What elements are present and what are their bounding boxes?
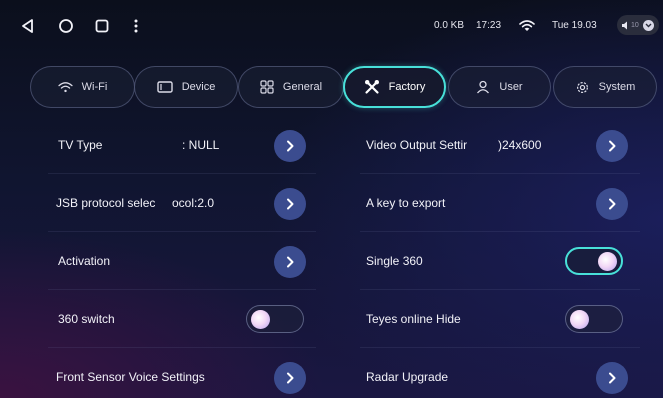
toggle-knob	[598, 252, 617, 271]
toggle-knob	[251, 310, 270, 329]
chevron-right-button[interactable]	[596, 130, 628, 162]
setting-row-export-key[interactable]: A key to export	[360, 174, 640, 232]
chevron-right-button[interactable]	[274, 246, 306, 278]
chevron-right-icon	[609, 140, 616, 152]
toggle-knob	[570, 310, 589, 329]
tab-factory[interactable]: Factory	[343, 66, 446, 108]
setting-label: TV Type	[58, 138, 103, 152]
setting-label: 360 switch	[58, 312, 115, 326]
clock: 17:23	[476, 20, 502, 31]
tools-icon	[364, 79, 380, 95]
recents-square-icon	[95, 19, 109, 33]
settings-tab-bar: Wi-Fi Device General Factory User System	[0, 66, 663, 110]
chevron-right-icon	[287, 198, 294, 210]
setting-label: Teyes online Hide	[366, 312, 461, 326]
setting-value: ocol:2.0	[172, 196, 215, 210]
wifi-status-icon	[519, 19, 535, 37]
chevron-right-icon	[287, 256, 294, 268]
setting-row-360-switch[interactable]: 360 switch	[48, 290, 316, 348]
tab-user[interactable]: User	[448, 66, 551, 108]
chevron-right-icon	[609, 372, 616, 384]
volume-pill[interactable]: 10	[617, 15, 659, 35]
setting-value: )24x600	[498, 138, 542, 152]
recents-button[interactable]	[88, 12, 116, 40]
overflow-menu-button[interactable]	[122, 12, 150, 40]
tab-system[interactable]: System	[553, 66, 657, 108]
status-bar: 0.0 KB 17:23 Tue 19.03 10	[0, 0, 663, 52]
tab-label: Factory	[388, 81, 426, 93]
setting-row-single-360[interactable]: Single 360	[360, 232, 640, 290]
chevron-right-icon	[287, 372, 294, 384]
gear-icon	[575, 80, 590, 95]
speaker-icon	[622, 21, 627, 29]
chevron-down-icon	[642, 19, 654, 31]
setting-label: A key to export	[366, 196, 446, 210]
home-circle-icon	[59, 19, 73, 33]
setting-label: Single 360	[366, 254, 423, 268]
setting-value: : NULL	[182, 138, 220, 152]
chevron-right-button[interactable]	[596, 362, 628, 394]
back-button[interactable]	[14, 12, 42, 40]
chevron-right-button[interactable]	[274, 362, 306, 394]
setting-label: Front Sensor Voice Settings	[56, 370, 205, 384]
tab-device[interactable]: Device	[134, 66, 238, 108]
setting-label: Radar Upgrade	[366, 370, 449, 384]
chevron-right-button[interactable]	[274, 188, 306, 220]
tab-label: Device	[181, 81, 216, 93]
tab-label: Wi-Fi	[81, 81, 108, 93]
volume-level: 10	[631, 21, 639, 29]
setting-row-video-output[interactable]: Video Output Settir )24x600	[360, 116, 640, 174]
setting-row-tv-type[interactable]: TV Type : NULL	[48, 116, 316, 174]
setting-label: Video Output Settir	[366, 138, 468, 152]
setting-label: JSB protocol selec	[56, 196, 156, 210]
tab-wifi[interactable]: Wi-Fi	[30, 66, 135, 108]
setting-row-usb-protocol[interactable]: JSB protocol selec ocol:2.0	[48, 174, 316, 232]
tab-label: User	[499, 81, 523, 93]
setting-row-teyes-online-hide[interactable]: Teyes online Hide	[360, 290, 640, 348]
wifi-icon	[58, 81, 73, 93]
chevron-right-button[interactable]	[596, 188, 628, 220]
setting-row-radar-upgrade[interactable]: Radar Upgrade	[360, 348, 640, 398]
setting-label: Activation	[58, 254, 111, 268]
grid-icon	[260, 80, 274, 94]
chevron-right-icon	[287, 140, 294, 152]
single-360-toggle[interactable]	[565, 247, 623, 275]
tab-label: General	[282, 81, 323, 93]
setting-row-activation[interactable]: Activation	[48, 232, 316, 290]
back-triangle-icon	[22, 19, 33, 33]
tab-label: System	[598, 81, 636, 93]
tab-general[interactable]: General	[238, 66, 344, 108]
home-button[interactable]	[52, 12, 80, 40]
360-switch-toggle[interactable]	[246, 305, 304, 333]
setting-row-front-sensor-voice[interactable]: Front Sensor Voice Settings	[48, 348, 316, 398]
android-head-unit-screen: 0.0 KB 17:23 Tue 19.03 10 Wi-Fi Device G…	[0, 0, 663, 398]
device-icon	[156, 81, 173, 93]
data-counter: 0.0 KB	[434, 20, 465, 31]
chevron-right-button[interactable]	[274, 130, 306, 162]
chevron-right-icon	[609, 198, 616, 210]
teyes-online-hide-toggle[interactable]	[565, 305, 623, 333]
user-icon	[476, 80, 490, 94]
more-vertical-icon	[134, 19, 138, 33]
date: Tue 19.03	[552, 20, 597, 31]
